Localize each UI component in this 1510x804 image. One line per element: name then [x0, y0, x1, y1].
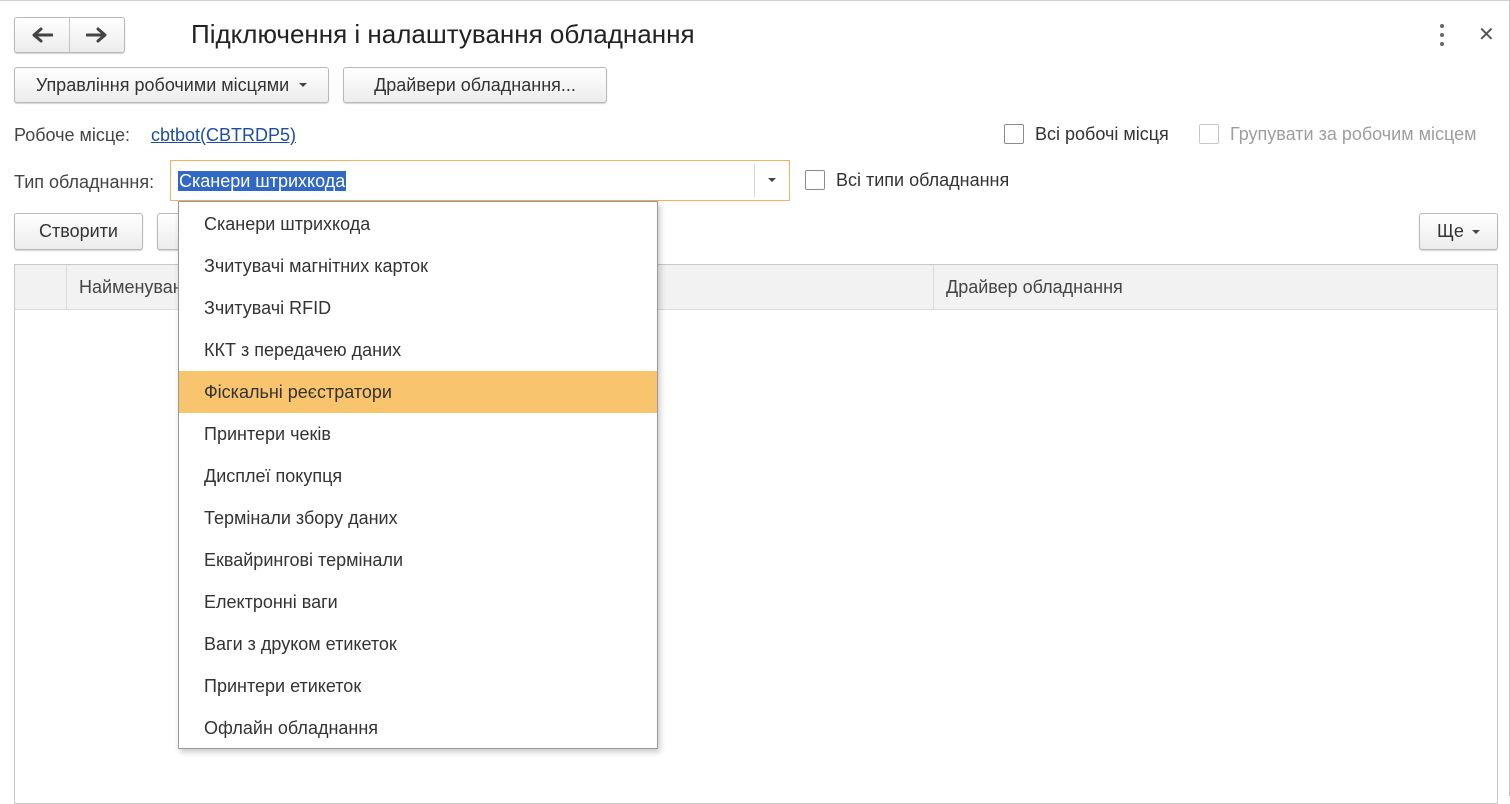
dropdown-option[interactable]: Фіскальні реєстратори	[179, 371, 657, 413]
all-workplaces-checkbox[interactable]	[1004, 124, 1024, 144]
dropdown-option[interactable]: Термінали збору даних	[179, 497, 657, 539]
group-by-workplace-checkbox	[1199, 124, 1219, 144]
dropdown-option[interactable]: Ваги з друком етикеток	[179, 623, 657, 665]
create-button[interactable]: Створити	[14, 213, 143, 250]
more-button-label: Ще	[1437, 221, 1464, 241]
equipment-type-label: Тип обладнання:	[14, 172, 155, 192]
more-button[interactable]: Ще	[1419, 213, 1498, 250]
dropdown-option[interactable]: Офлайн обладнання	[179, 707, 657, 749]
dropdown-option[interactable]: Зчитувачі RFID	[179, 287, 657, 329]
dropdown-option[interactable]: Зчитувачі магнітних карток	[179, 245, 657, 287]
arrow-left-icon	[32, 27, 53, 43]
window-top-border	[0, 0, 1510, 1]
workplace-label: Робоче місце:	[14, 125, 131, 145]
more-actions-icon[interactable]	[1433, 24, 1451, 46]
workplaces-menu-label: Управління робочими місцями	[35, 74, 290, 95]
chevron-down-icon	[299, 83, 308, 87]
column-header-driver[interactable]: Драйвер обладнання	[934, 265, 1494, 309]
dropdown-option[interactable]: ККТ з передачею даних	[179, 329, 657, 371]
group-by-workplace-label: Групувати за робочим місцем	[1230, 124, 1477, 144]
forward-button[interactable]	[69, 18, 124, 52]
dropdown-option[interactable]: Еквайрингові термінали	[179, 539, 657, 581]
dropdown-option[interactable]: Сканери штрихкода	[179, 203, 657, 245]
window-title: Підключення і налаштування обладнання	[191, 19, 695, 49]
all-types-label: Всі типи обладнання	[836, 170, 1010, 190]
combo-separator	[754, 164, 755, 197]
equipment-type-value[interactable]: Сканери штрихкода	[178, 171, 347, 191]
all-workplaces-label: Всі робочі місця	[1035, 124, 1169, 144]
navigation-buttons	[14, 17, 125, 53]
workplaces-menu-button[interactable]: Управління робочими місцями	[14, 67, 329, 103]
chevron-down-icon[interactable]	[768, 178, 776, 182]
arrow-right-icon	[86, 27, 107, 43]
drivers-button-label: Драйвери обладнання...	[374, 74, 576, 95]
equipment-type-combobox[interactable]: Сканери штрихкода	[170, 160, 790, 201]
table-header-marker	[15, 265, 66, 309]
dropdown-option[interactable]: Принтери етикеток	[179, 665, 657, 707]
dropdown-option[interactable]: Принтери чеків	[179, 413, 657, 455]
drivers-button[interactable]: Драйвери обладнання...	[343, 67, 607, 103]
close-icon[interactable]: ✕	[1478, 22, 1495, 47]
create-button-label: Створити	[39, 221, 118, 241]
equipment-type-dropdown[interactable]: Сканери штрихкода Зчитувачі магнітних кар…	[178, 201, 658, 749]
workplace-link[interactable]: cbtbot(CBTRDP5)	[151, 125, 296, 146]
back-button[interactable]	[15, 18, 69, 52]
dropdown-option[interactable]: Дисплеї покупця	[179, 455, 657, 497]
chevron-down-icon	[1471, 229, 1480, 234]
all-types-checkbox[interactable]	[805, 170, 825, 190]
dropdown-option[interactable]: Електронні ваги	[179, 581, 657, 623]
